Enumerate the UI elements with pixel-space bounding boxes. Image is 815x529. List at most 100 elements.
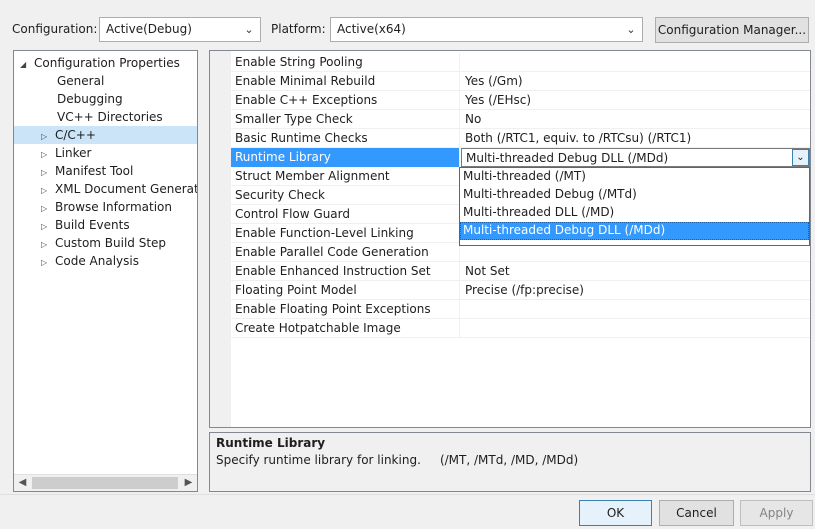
tree-item-label: XML Document Generator bbox=[55, 182, 198, 196]
dropdown-option[interactable]: Multi-threaded (/MT) bbox=[460, 168, 809, 186]
collapsed-triangle-icon[interactable]: ▷ bbox=[41, 258, 55, 267]
property-value-text: Multi-threaded Debug DLL (/MDd) bbox=[466, 151, 669, 165]
platform-label: Platform: bbox=[271, 22, 326, 36]
property-value[interactable]: Yes (/EHsc) bbox=[461, 91, 810, 110]
tree-item-label: Build Events bbox=[55, 218, 130, 232]
tree-item-label: VC++ Directories bbox=[57, 110, 163, 124]
divider bbox=[0, 494, 815, 495]
property-row[interactable]: Basic Runtime Checks Both (/RTC1, equiv. … bbox=[231, 129, 810, 148]
property-name[interactable]: Enable Minimal Rebuild bbox=[231, 72, 460, 91]
dropdown-arrow-icon[interactable]: ⌄ bbox=[792, 149, 809, 166]
property-value-text: Yes (/Gm) bbox=[465, 74, 523, 88]
tree-item[interactable]: ▷ Browse Information bbox=[41, 198, 172, 216]
property-name[interactable]: Control Flow Guard bbox=[231, 205, 460, 224]
tree-item-label: Code Analysis bbox=[55, 254, 139, 268]
property-value-text: Both (/RTC1, equiv. to /RTCsu) (/RTC1) bbox=[465, 131, 692, 145]
cancel-button[interactable]: Cancel bbox=[659, 500, 734, 526]
property-name[interactable]: Create Hotpatchable Image bbox=[231, 319, 460, 338]
tree-item-label: Browse Information bbox=[55, 200, 172, 214]
tree-item[interactable]: ▷ Linker bbox=[41, 144, 91, 162]
property-name[interactable]: Security Check bbox=[231, 186, 460, 205]
property-value-text: Yes (/EHsc) bbox=[465, 93, 532, 107]
property-value-text: No bbox=[465, 112, 482, 126]
property-value[interactable]: Yes (/Gm) bbox=[461, 72, 810, 91]
tree-item[interactable]: Debugging bbox=[57, 90, 123, 108]
configuration-select[interactable]: Active(Debug) ⌄ bbox=[99, 17, 261, 42]
tree-item-label: Manifest Tool bbox=[55, 164, 134, 178]
configuration-value: Active(Debug) bbox=[106, 22, 192, 36]
collapsed-triangle-icon[interactable]: ▷ bbox=[41, 132, 55, 141]
description-title: Runtime Library bbox=[216, 436, 326, 450]
tree-item[interactable]: ▷ XML Document Generator bbox=[41, 180, 198, 198]
tree-item-label: General bbox=[57, 74, 105, 88]
configuration-toolbar: Configuration: Active(Debug) ⌄ Platform:… bbox=[0, 0, 815, 50]
property-row[interactable]: Smaller Type Check No bbox=[231, 110, 810, 129]
property-row[interactable]: Create Hotpatchable Image bbox=[231, 319, 810, 338]
property-value[interactable]: Both (/RTC1, equiv. to /RTCsu) (/RTC1) bbox=[461, 129, 810, 148]
property-name[interactable]: Floating Point Model bbox=[231, 281, 460, 300]
property-row[interactable]: Enable Enhanced Instruction Set Not Set bbox=[231, 262, 810, 281]
dropdown-option[interactable]: Multi-threaded Debug DLL (/MDd) bbox=[460, 222, 809, 240]
tree-item-label: Configuration Properties bbox=[34, 56, 180, 70]
collapsed-triangle-icon[interactable]: ▷ bbox=[41, 222, 55, 231]
property-name[interactable]: Enable C++ Exceptions bbox=[231, 91, 460, 110]
property-value[interactable]: Multi-threaded Debug DLL (/MDd) ⌄ bbox=[461, 148, 810, 167]
tree-item[interactable]: ▷ Build Events bbox=[41, 216, 130, 234]
property-name[interactable]: Enable Parallel Code Generation bbox=[231, 243, 460, 262]
description-text: Specify runtime library for linking. (/M… bbox=[216, 453, 579, 467]
property-value[interactable]: Not Set bbox=[461, 262, 810, 281]
collapsed-triangle-icon[interactable]: ▷ bbox=[41, 168, 55, 177]
property-value[interactable]: Precise (/fp:precise) bbox=[461, 281, 810, 300]
collapsed-triangle-icon[interactable]: ▷ bbox=[41, 240, 55, 249]
dropdown-option[interactable]: Multi-threaded Debug (/MTd) bbox=[460, 186, 809, 204]
property-value[interactable]: No bbox=[461, 110, 810, 129]
tree-item[interactable]: General bbox=[57, 72, 104, 90]
scroll-right-icon[interactable]: ▶ bbox=[180, 475, 197, 491]
collapsed-triangle-icon[interactable]: ▷ bbox=[41, 150, 55, 159]
collapsed-triangle-icon[interactable]: ▷ bbox=[41, 186, 55, 195]
property-name[interactable]: Runtime Library bbox=[231, 148, 460, 167]
property-row[interactable]: Enable Minimal Rebuild Yes (/Gm) bbox=[231, 72, 810, 91]
property-row[interactable]: Enable String Pooling bbox=[231, 53, 810, 72]
scroll-left-icon[interactable]: ◀ bbox=[14, 475, 31, 491]
property-row[interactable]: Runtime Library Multi-threaded Debug DLL … bbox=[231, 148, 810, 167]
property-tree: ◢ Configuration Properties General Debuggin… bbox=[13, 50, 198, 492]
property-name[interactable]: Struct Member Alignment bbox=[231, 167, 460, 186]
grid-gutter bbox=[210, 51, 231, 427]
property-name[interactable]: Enable String Pooling bbox=[231, 53, 460, 72]
horizontal-scrollbar[interactable]: ◀ ▶ bbox=[14, 474, 197, 491]
property-name[interactable]: Smaller Type Check bbox=[231, 110, 460, 129]
property-name[interactable]: Basic Runtime Checks bbox=[231, 129, 460, 148]
description-panel: Runtime Library Specify runtime library … bbox=[209, 432, 811, 492]
property-name[interactable]: Enable Floating Point Exceptions bbox=[231, 300, 460, 319]
tree-item[interactable]: ◢ Configuration Properties bbox=[20, 54, 180, 72]
tree-item[interactable]: ▷ Manifest Tool bbox=[41, 162, 133, 180]
property-value-text: Not Set bbox=[465, 264, 510, 278]
property-value[interactable] bbox=[461, 319, 810, 338]
property-name[interactable]: Enable Enhanced Instruction Set bbox=[231, 262, 460, 281]
property-value[interactable] bbox=[461, 53, 810, 72]
tree-item[interactable]: ▷ Custom Build Step bbox=[41, 234, 166, 252]
property-value[interactable] bbox=[461, 300, 810, 319]
scrollbar-thumb[interactable] bbox=[32, 477, 178, 489]
chevron-down-icon: ⌄ bbox=[626, 23, 636, 36]
tree-item[interactable]: ▷ Code Analysis bbox=[41, 252, 139, 270]
tree-item-label: Custom Build Step bbox=[55, 236, 167, 250]
platform-value: Active(x64) bbox=[337, 22, 406, 36]
property-row[interactable]: Floating Point Model Precise (/fp:precise… bbox=[231, 281, 810, 300]
tree-item-label: C/C++ bbox=[55, 128, 96, 142]
tree-item[interactable]: VC++ Directories bbox=[57, 108, 163, 126]
tree-item[interactable]: ▷ C/C++ bbox=[14, 126, 197, 144]
property-row[interactable]: Enable C++ Exceptions Yes (/EHsc) bbox=[231, 91, 810, 110]
dropdown-option[interactable]: Multi-threaded DLL (/MD) bbox=[460, 204, 809, 222]
property-row[interactable]: Enable Floating Point Exceptions bbox=[231, 300, 810, 319]
configuration-manager-button[interactable]: Configuration Manager... bbox=[655, 17, 809, 43]
collapsed-triangle-icon[interactable]: ▷ bbox=[41, 204, 55, 213]
tree-item-label: Linker bbox=[55, 146, 92, 160]
chevron-down-icon: ⌄ bbox=[244, 23, 254, 36]
ok-button[interactable]: OK bbox=[579, 500, 652, 526]
expanded-triangle-icon[interactable]: ◢ bbox=[20, 60, 34, 69]
platform-select[interactable]: Active(x64) ⌄ bbox=[330, 17, 643, 42]
apply-button[interactable]: Apply bbox=[740, 500, 813, 526]
property-name[interactable]: Enable Function-Level Linking bbox=[231, 224, 460, 243]
